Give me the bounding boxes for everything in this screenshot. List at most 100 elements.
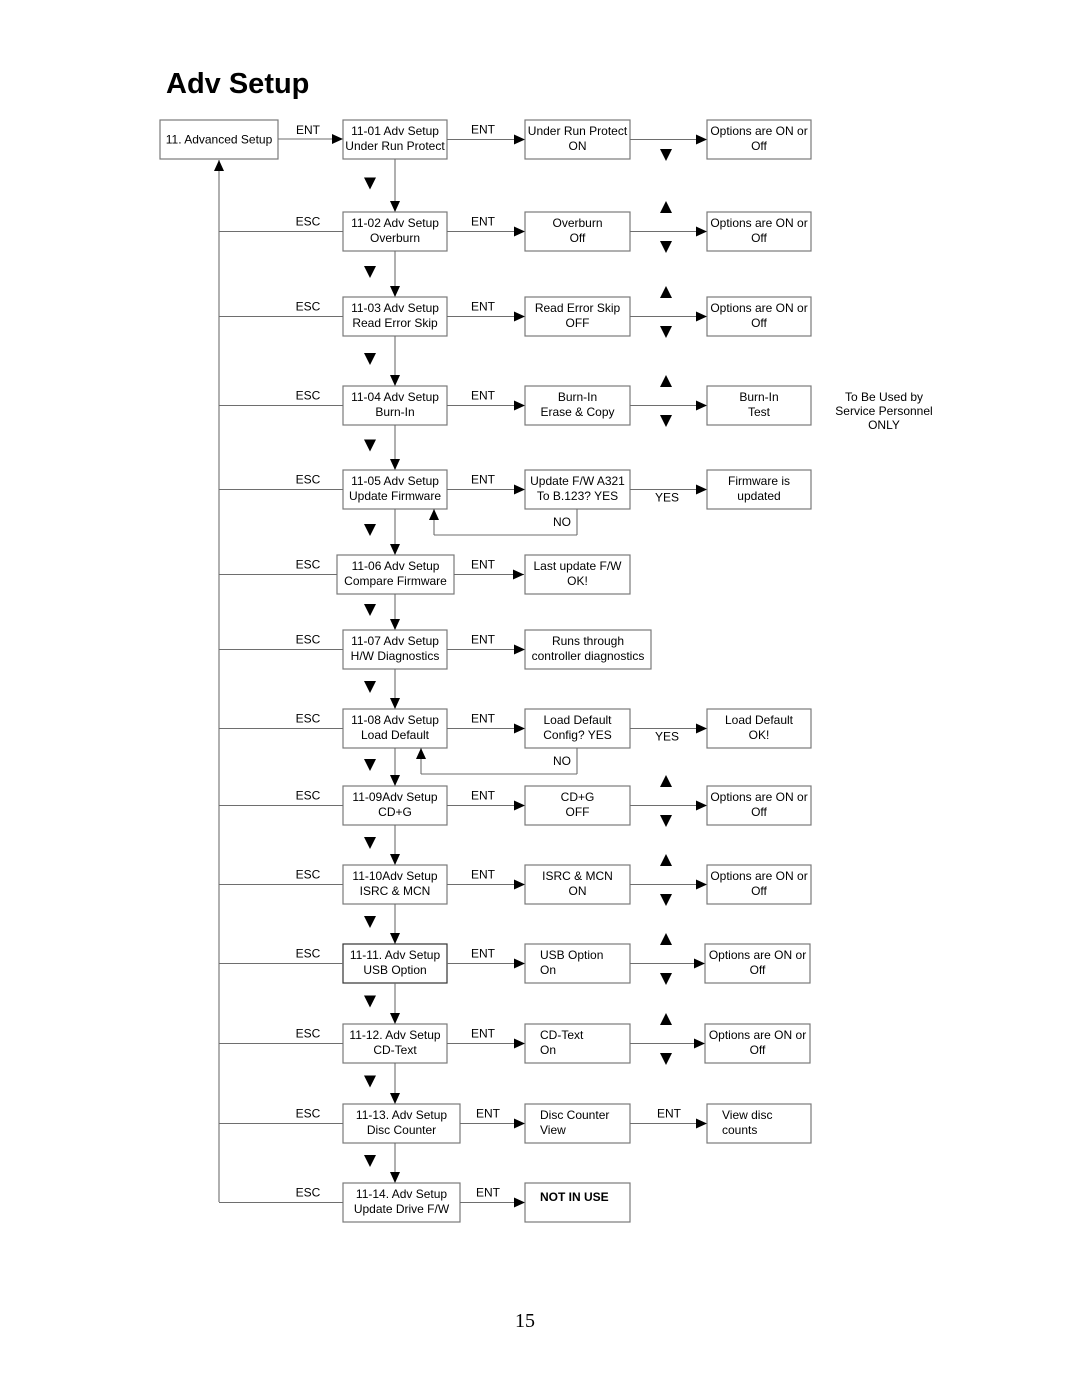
menu-box-11-14-line2: Update Drive F/W [354,1202,450,1216]
menu-box-11-02-line1: 11-02 Adv Setup [351,216,439,230]
yes-label-11-08: YES [655,730,679,744]
down-arrowhead-11-01 [390,201,400,212]
service-note-line2: Service Personnel [835,404,932,418]
value-box-11-11-line1: USB Option [540,948,603,962]
esc-label-11-05: ESC [296,473,321,487]
ent-arrowhead-11-10 [514,879,525,890]
result-box-11-04-line1: Burn-In [739,390,778,404]
down-arrowhead-11-13 [390,1172,400,1183]
result-arrowhead-11-10 [696,879,707,890]
result-arrowhead-11-13 [696,1118,707,1129]
menu-box-11-12-line1: 11-12. Adv Setup [349,1028,441,1042]
result-box-11-01-line1: Options are ON or [710,124,807,138]
result-box-11-12-line2: Off [750,1043,766,1057]
esc-label-11-13: ESC [296,1107,321,1121]
value-box-11-07-line1: Runs through [552,634,624,648]
result-arrowhead-11-05 [696,484,707,495]
flowchart: 11. Advanced SetupENT 11-01 Adv SetupUnde… [159,119,933,1223]
result-box-11-05-line1: Firmware is [728,474,790,488]
value-box-11-11-line2: On [540,963,556,977]
menu-box-11-05-line1: 11-05 Adv Setup [351,474,439,488]
result-box-11-12-line1: Options are ON or [709,1028,806,1042]
value-box-11-10-line2: ON [569,884,587,898]
value-box-11-12-line1: CD-Text [540,1028,584,1042]
value-box-11-07-line2: controller diagnostics [532,649,645,663]
value-box-11-06-line2: OK! [567,574,588,588]
ent-label-11-10: ENT [471,868,496,882]
ent-arrowhead-11-02 [514,226,525,237]
menu-box-11-11-line2: USB Option [363,963,426,977]
scroll-down-icon-11-04 [660,415,672,427]
menu-box-11-04-line2: Burn-In [375,405,414,419]
down-arrowhead-11-07 [390,698,400,709]
menu-box-11-03-line1: 11-03 Adv Setup [351,301,439,315]
scroll-down-icon-11-01 [660,149,672,161]
ent-arrowhead-11-05 [514,484,525,495]
page-number: 15 [515,1310,535,1332]
ent-arrowhead-11-13 [514,1118,525,1129]
esc-label-11-06: ESC [296,558,321,572]
value-box-11-01-line1: Under Run Protect [528,124,628,138]
value-box-11-10-line1: ISRC & MCN [542,869,613,883]
result-arrowhead-11-12 [694,1038,705,1049]
next-item-icon-11-01 [364,177,376,190]
scroll-down-icon-11-10 [660,894,672,906]
scroll-up-icon-11-12 [660,1013,672,1025]
next-item-icon-11-10 [364,916,376,928]
esc-label-11-04: ESC [296,389,321,403]
ent-arrowhead-11-08 [514,723,525,734]
menu-box-11-03-line2: Read Error Skip [352,316,438,330]
menu-box-11-02-line2: Overburn [370,231,420,245]
next-item-icon-11-12 [364,1075,376,1088]
next-item-icon-11-06 [364,604,376,616]
menu-box-11-01-line2: Under Run Protect [345,139,445,153]
ent-arrowhead-11-09 [514,800,525,811]
ent-arrowhead-11-01 [514,134,525,145]
result-box-11-13-line1: View disc [722,1108,772,1122]
ent-label-11-09: ENT [471,789,496,803]
ent-arrowhead-11-07 [514,644,525,655]
scroll-up-icon-11-11 [660,933,672,945]
no-arrowhead-11-08 [416,748,426,759]
next-item-icon-11-11 [364,995,376,1008]
menu-box-11-10-line2: ISRC & MCN [360,884,431,898]
value-box-11-13-line2: View [540,1123,566,1137]
service-note-line3: ONLY [868,418,900,432]
result-box-11-09-line2: Off [751,805,767,819]
ent-arrowhead-11-04 [514,400,525,411]
scroll-up-icon-11-03 [660,286,672,298]
next-item-icon-11-05 [364,524,376,536]
value-box-11-02-line1: Overburn [552,216,602,230]
down-arrowhead-11-10 [390,933,400,944]
menu-box-11-08-line2: Load Default [361,728,430,742]
scroll-up-icon-11-02 [660,201,672,213]
result-box-11-10-line1: Options are ON or [710,869,807,883]
value-box-11-03-line2: OFF [566,316,590,330]
esc-label-11-09: ESC [296,789,321,803]
next-item-icon-11-08 [364,759,376,771]
next-item-icon-11-02 [364,266,376,278]
menu-box-11-11-line1: 11-11. Adv Setup [350,948,441,962]
ent-label-11-03: ENT [471,300,496,314]
result-box-11-13-line2: counts [722,1123,757,1137]
down-arrowhead-11-02 [390,286,400,297]
value-box-11-03-line1: Read Error Skip [535,301,621,315]
yes-label-11-05: YES [655,491,679,505]
menu-box-11-10-line1: 11-10Adv Setup [352,869,437,883]
ent-arrowhead-11-06 [513,569,524,580]
result-box-11-08-line2: OK! [749,728,770,742]
result-box-11-01-line2: Off [751,139,767,153]
ent-label-11-05: ENT [471,473,496,487]
ent-label-11-13: ENT [476,1107,501,1121]
down-arrowhead-11-12 [390,1093,400,1104]
value-box-11-02-line2: Off [570,231,586,245]
menu-box-11-01-line1: 11-01 Adv Setup [351,124,439,138]
menu-box-11-07-line2: H/W Diagnostics [351,649,440,663]
value-box-11-01-line2: ON [569,139,587,153]
next-item-icon-11-04 [364,439,376,452]
no-label-11-05: NO [553,515,571,529]
scroll-down-icon-11-11 [660,973,672,985]
scroll-down-icon-11-02 [660,241,672,253]
result-box-11-02-line1: Options are ON or [710,216,807,230]
result-box-11-08-line1: Load Default [725,713,794,727]
